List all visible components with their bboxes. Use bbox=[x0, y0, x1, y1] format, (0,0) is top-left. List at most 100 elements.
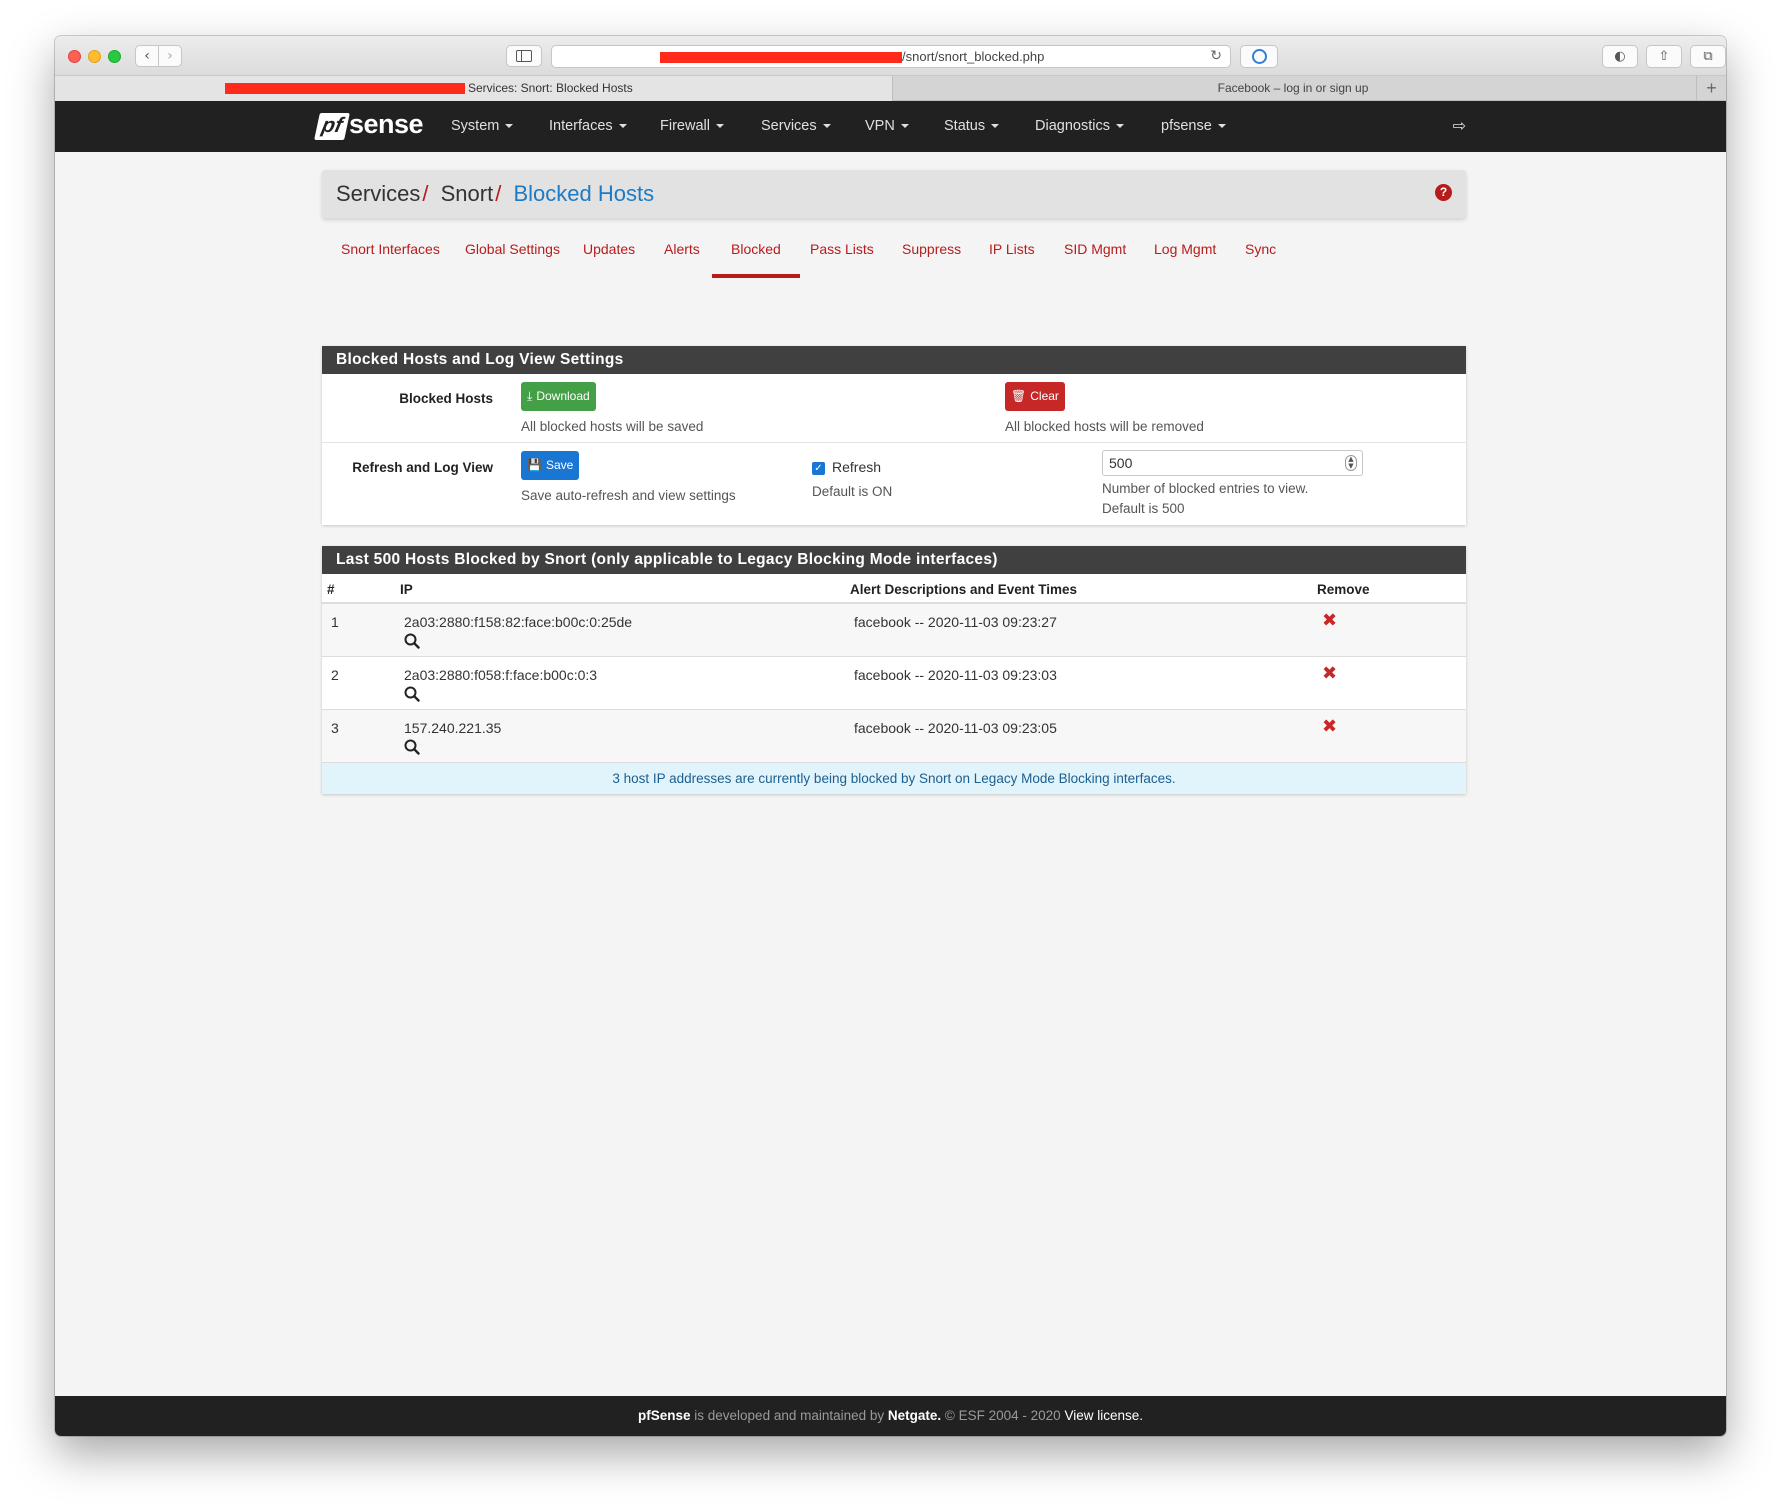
table-row: 2 2a03:2880:f058:f:face:b00c:0:3 faceboo… bbox=[322, 657, 1466, 710]
tab-sid-mgmt[interactable]: SID Mgmt bbox=[1045, 234, 1145, 278]
browser-tab-inactive[interactable]: Facebook – log in or sign up bbox=[893, 76, 1693, 101]
tab-blocked[interactable]: Blocked bbox=[712, 234, 800, 278]
menu-pfsense[interactable]: pfsense bbox=[1161, 101, 1226, 152]
address-bar[interactable]: /snort/snort_blocked.php ↻ bbox=[551, 45, 1231, 68]
spinner-icon[interactable]: ▲ ▼ bbox=[1345, 455, 1357, 471]
caret-down-icon bbox=[991, 124, 1000, 129]
menu-label: Interfaces bbox=[549, 118, 613, 134]
breadcrumb-services[interactable]: Services bbox=[336, 181, 420, 206]
sidebar-icon bbox=[516, 50, 532, 62]
question-circle-icon[interactable]: ? bbox=[1435, 184, 1452, 201]
save-button[interactable]: 💾 Save bbox=[521, 451, 580, 480]
refresh-label: Refresh bbox=[832, 459, 882, 475]
share-button[interactable]: ⇧ bbox=[1646, 45, 1682, 68]
close-window-button[interactable] bbox=[68, 50, 81, 63]
caret-down-icon bbox=[618, 124, 627, 129]
refresh-help: Default is ON bbox=[812, 484, 893, 499]
back-button[interactable]: ‹ bbox=[135, 45, 159, 67]
breadcrumb: Services/ Snort/ Blocked Hosts ? bbox=[322, 170, 1466, 218]
search-icon[interactable] bbox=[404, 633, 420, 649]
new-tab-button[interactable]: + bbox=[1696, 76, 1726, 101]
chevron-right-icon: › bbox=[167, 48, 173, 64]
entries-input[interactable]: 500 ▲ ▼ bbox=[1102, 450, 1363, 476]
address-url: /snort/snort_blocked.php bbox=[902, 49, 1045, 64]
table-row: 1 2a03:2880:f158:82:face:b00c:0:25de fac… bbox=[322, 604, 1466, 657]
footer-text-1: is developed and maintained by bbox=[690, 1408, 888, 1423]
row-ip: 2a03:2880:f058:f:face:b00c:0:3 bbox=[404, 667, 598, 683]
tab-ip-lists[interactable]: IP Lists bbox=[970, 234, 1054, 278]
view-license-link[interactable]: View license. bbox=[1064, 1408, 1143, 1423]
logout-icon[interactable]: ⇨ bbox=[1453, 116, 1466, 135]
breadcrumb-snort[interactable]: Snort bbox=[441, 181, 494, 206]
forward-button[interactable]: › bbox=[158, 45, 182, 67]
menu-label: System bbox=[451, 118, 500, 134]
reload-icon[interactable]: ↻ bbox=[1210, 48, 1222, 64]
tab-log-mgmt[interactable]: Log Mgmt bbox=[1135, 234, 1235, 278]
col-number: # bbox=[327, 582, 335, 597]
entries-value: 500 bbox=[1109, 455, 1133, 471]
redacted-tab-text bbox=[225, 83, 465, 94]
refresh-log-label: Refresh and Log View bbox=[352, 460, 493, 475]
search-icon[interactable] bbox=[404, 739, 420, 755]
col-alert-desc: Alert Descriptions and Event Times bbox=[850, 582, 1078, 597]
download-help: All blocked hosts will be saved bbox=[521, 419, 704, 434]
tab-overview-button[interactable]: ⧉ bbox=[1690, 45, 1726, 68]
caret-down-icon bbox=[822, 124, 831, 129]
settings-panel-title: Blocked Hosts and Log View Settings bbox=[322, 346, 1466, 374]
clear-button[interactable]: 🗑 Clear bbox=[1005, 382, 1065, 411]
tab-alerts[interactable]: Alerts bbox=[645, 234, 719, 278]
chevron-left-icon: ‹ bbox=[144, 48, 150, 64]
search-icon[interactable] bbox=[404, 686, 420, 702]
menu-firewall[interactable]: Firewall bbox=[660, 101, 724, 152]
menu-system[interactable]: System bbox=[451, 101, 514, 152]
download-icon: ⤓ bbox=[527, 389, 533, 403]
browser-toolbar: ‹ › /snort/snort_blocked.php ↻ ◐ ⇧ ⧉ bbox=[55, 36, 1726, 76]
tab-updates[interactable]: Updates bbox=[564, 234, 654, 278]
tab-pass-lists[interactable]: Pass Lists bbox=[791, 234, 893, 278]
redacted-hostname bbox=[660, 52, 902, 63]
settings-panel: Blocked Hosts and Log View Settings Bloc… bbox=[322, 346, 1466, 525]
share-icon: ⇧ bbox=[1658, 49, 1670, 64]
menu-interfaces[interactable]: Interfaces bbox=[549, 101, 627, 152]
shield-icon: ◐ bbox=[1614, 49, 1626, 64]
footer-company[interactable]: Netgate. bbox=[888, 1408, 941, 1423]
entries-help-2: Default is 500 bbox=[1102, 501, 1185, 516]
minimize-window-button[interactable] bbox=[88, 50, 101, 63]
trash-icon: 🗑 bbox=[1011, 389, 1027, 403]
tab-sync[interactable]: Sync bbox=[1226, 234, 1295, 278]
caret-down-icon bbox=[900, 124, 909, 129]
sidebar-toggle-button[interactable] bbox=[506, 45, 542, 67]
download-button[interactable]: ⤓ Download bbox=[521, 382, 596, 411]
password-manager-button[interactable] bbox=[1240, 45, 1278, 68]
col-ip: IP bbox=[400, 582, 413, 597]
remove-icon[interactable]: ✖ bbox=[1322, 610, 1337, 631]
refresh-checkbox[interactable]: ✓ bbox=[812, 462, 825, 475]
remove-icon[interactable]: ✖ bbox=[1322, 663, 1337, 684]
menu-label: Firewall bbox=[660, 118, 710, 134]
menu-vpn[interactable]: VPN bbox=[865, 101, 909, 152]
row-alert-desc: facebook -- 2020-11-03 09:23:03 bbox=[854, 667, 1057, 683]
refresh-log-row: Refresh and Log View 💾 Save Save auto-ref… bbox=[322, 443, 1466, 525]
zoom-window-button[interactable] bbox=[108, 50, 121, 63]
blocked-panel-title: Last 500 Hosts Blocked by Snort (only ap… bbox=[322, 546, 1466, 574]
tab-suppress[interactable]: Suppress bbox=[883, 234, 980, 278]
tab-snort-interfaces[interactable]: Snort Interfaces bbox=[322, 234, 459, 278]
blocked-hosts-panel: Last 500 Hosts Blocked by Snort (only ap… bbox=[322, 546, 1466, 794]
footer-text-2: © ESF 2004 - 2020 bbox=[941, 1408, 1065, 1423]
privacy-report-button[interactable]: ◐ bbox=[1602, 45, 1638, 68]
table-row: 3 157.240.221.35 facebook -- 2020-11-03 … bbox=[322, 710, 1466, 763]
page-title: Services/ Snort/ Blocked Hosts bbox=[336, 181, 654, 207]
tabs-icon: ⧉ bbox=[1703, 49, 1713, 64]
browser-tab-active[interactable]: Services: Snort: Blocked Hosts bbox=[55, 76, 893, 101]
caret-down-icon bbox=[715, 124, 724, 129]
top-navbar: pf sense System Interfaces Firewall Serv… bbox=[55, 101, 1726, 152]
menu-diagnostics[interactable]: Diagnostics bbox=[1035, 101, 1124, 152]
menu-services[interactable]: Services bbox=[761, 101, 831, 152]
browser-tab-title: Services: Snort: Blocked Hosts bbox=[468, 81, 633, 95]
row-alert-desc: facebook -- 2020-11-03 09:23:05 bbox=[854, 720, 1057, 736]
tab-global-settings[interactable]: Global Settings bbox=[446, 234, 579, 278]
breadcrumb-blocked-hosts[interactable]: Blocked Hosts bbox=[513, 181, 654, 206]
remove-icon[interactable]: ✖ bbox=[1322, 716, 1337, 737]
menu-status[interactable]: Status bbox=[944, 101, 1000, 152]
row-number: 1 bbox=[331, 614, 339, 630]
